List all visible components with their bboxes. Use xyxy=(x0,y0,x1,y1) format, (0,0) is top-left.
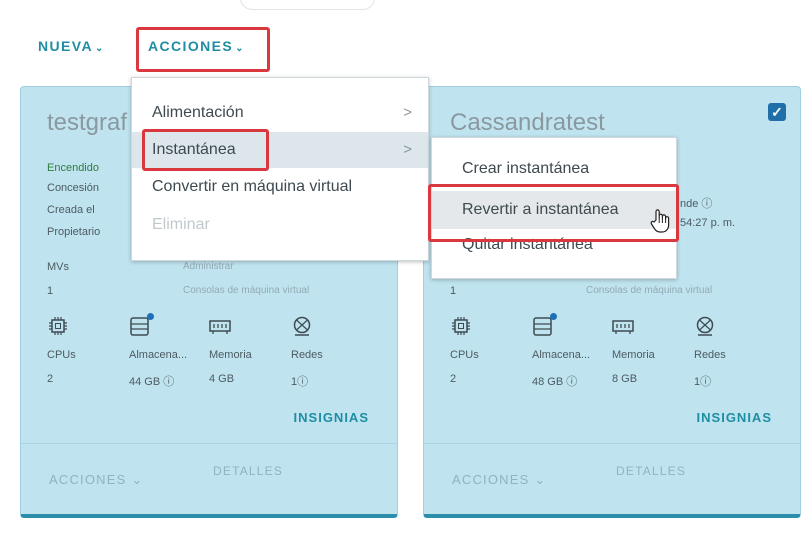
res-storage-label: Almacena... xyxy=(532,349,591,361)
menu-item-label: Crear instantánea xyxy=(462,160,590,177)
menu-item-snapshot[interactable]: Instantánea > xyxy=(132,132,428,168)
res-memory-value: 8 GB xyxy=(612,373,638,385)
menu-item-label: Alimentación xyxy=(152,104,244,121)
menu-item-label: Quitar instantánea xyxy=(462,236,593,253)
created-value: 54:27 p. m. xyxy=(680,217,736,229)
chevron-down-icon: ⌄ xyxy=(131,472,144,487)
status-label: Encendido xyxy=(47,162,99,174)
card-divider xyxy=(424,443,800,444)
top-search-pill[interactable] xyxy=(240,0,375,10)
menu-item-delete: Eliminar xyxy=(132,210,428,240)
menu-item-convert-vm[interactable]: Convertir en máquina virtual xyxy=(132,172,428,202)
res-storage-value: 44 GB ⓘ xyxy=(129,376,175,388)
manage-link[interactable]: Administrar xyxy=(183,261,234,272)
vms-count: 1 xyxy=(450,285,457,297)
card-actions-label: ACCIONES xyxy=(452,472,530,487)
menu-item-label: Instantánea xyxy=(152,141,236,158)
storage-badge xyxy=(147,313,154,320)
new-button-label: NUEVA xyxy=(38,38,93,54)
new-button[interactable]: NUEVA ⌄ xyxy=(38,38,105,54)
menu-item-remove-snapshot[interactable]: Quitar instantánea xyxy=(432,230,676,260)
cpu-icon xyxy=(47,315,69,337)
card-actions-button[interactable]: ACCIONES ⌄ xyxy=(452,472,546,488)
chevron-right-icon: > xyxy=(403,104,412,121)
menu-item-create-snapshot[interactable]: Crear instantánea xyxy=(432,154,676,184)
res-cpu-value: 2 xyxy=(47,373,54,385)
cpu-icon xyxy=(450,315,472,337)
menu-item-power[interactable]: Alimentación > xyxy=(132,98,428,128)
res-memory-label: Memoria xyxy=(209,349,252,361)
res-memory-label: Memoria xyxy=(612,349,655,361)
badges-link[interactable]: INSIGNIAS xyxy=(697,410,772,425)
chevron-right-icon: > xyxy=(403,141,412,158)
vms-label: MVs xyxy=(47,261,69,273)
storage-badge xyxy=(550,313,557,320)
actions-button[interactable]: ACCIONES ⌄ xyxy=(148,38,245,54)
actions-dropdown-menu: Alimentación > Instantánea > Convertir e… xyxy=(131,77,429,261)
res-storage-value: 48 GB ⓘ xyxy=(532,376,578,388)
res-network-value: 1ⓘ xyxy=(694,376,712,388)
chevron-down-icon: ⌄ xyxy=(235,43,245,54)
vms-count: 1 xyxy=(47,285,54,297)
card-details-button[interactable]: DETALLES xyxy=(616,464,686,478)
consoles-link[interactable]: Consolas de máquina virtual xyxy=(586,285,712,296)
consoles-link[interactable]: Consolas de máquina virtual xyxy=(183,285,309,296)
res-network-label: Redes xyxy=(291,349,323,361)
res-network-label: Redes xyxy=(694,349,726,361)
card-details-button[interactable]: DETALLES xyxy=(213,464,283,478)
field-created-label: Creada el xyxy=(47,204,95,216)
menu-item-label: Convertir en máquina virtual xyxy=(152,178,353,195)
res-memory-value: 4 GB xyxy=(209,373,235,385)
lease-value: nde ⓘ xyxy=(680,198,713,210)
res-cpu-label: CPUs xyxy=(47,349,76,361)
selected-checkbox[interactable]: ✓ xyxy=(768,103,786,121)
chevron-down-icon: ⌄ xyxy=(534,472,547,487)
card-title: testgraf xyxy=(47,109,128,136)
card-actions-button[interactable]: ACCIONES ⌄ xyxy=(49,472,143,488)
vm-list-page: NUEVA ⌄ ACCIONES ⌄ testgraf Encendido Conc… xyxy=(0,0,812,536)
res-cpu-label: CPUs xyxy=(450,349,479,361)
chevron-down-icon: ⌄ xyxy=(94,43,105,54)
memory-icon xyxy=(612,315,634,337)
card-divider xyxy=(21,443,397,444)
field-lease-label: Concesión xyxy=(47,182,99,194)
network-icon xyxy=(694,315,716,337)
res-storage-label: Almacena... xyxy=(129,349,188,361)
menu-item-revert-snapshot[interactable]: Revertir a instantánea xyxy=(432,191,676,229)
snapshot-submenu: Crear instantánea Revertir a instantánea… xyxy=(431,137,677,279)
network-icon xyxy=(291,315,313,337)
card-actions-label: ACCIONES xyxy=(49,472,127,487)
menu-item-label: Revertir a instantánea xyxy=(462,201,619,218)
res-network-value: 1ⓘ xyxy=(291,376,309,388)
badges-link[interactable]: INSIGNIAS xyxy=(294,410,369,425)
hand-pointer-icon xyxy=(649,208,671,234)
card-title: Cassandratest xyxy=(450,109,605,136)
field-owner-label: Propietario xyxy=(47,226,101,238)
res-cpu-value: 2 xyxy=(450,373,457,385)
menu-item-label: Eliminar xyxy=(152,216,210,233)
memory-icon xyxy=(209,315,231,337)
actions-button-label: ACCIONES xyxy=(148,38,234,54)
